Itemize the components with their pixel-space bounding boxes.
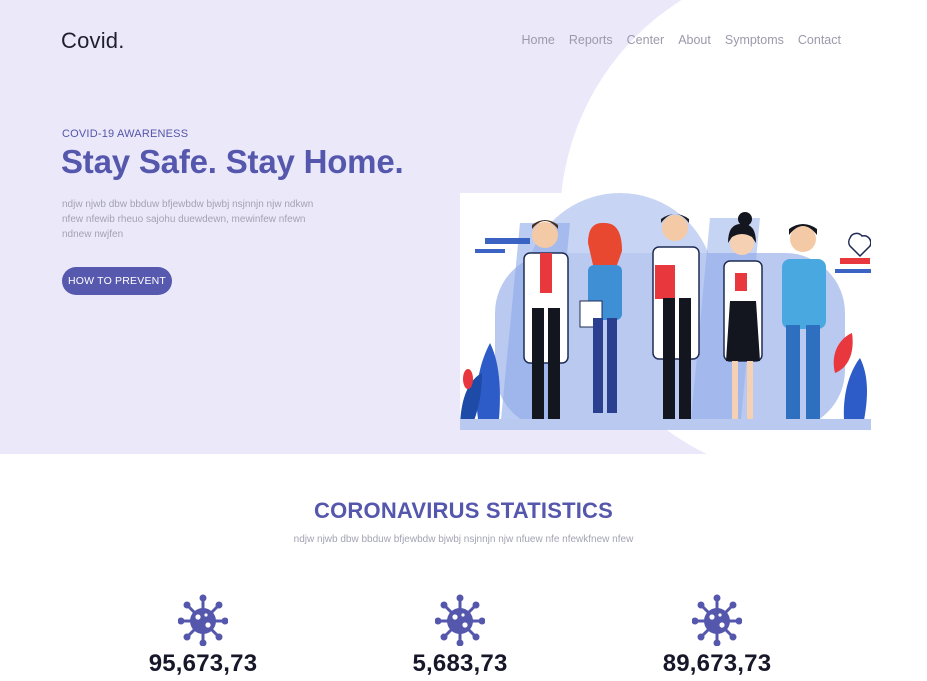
nav-reports[interactable]: Reports <box>569 33 613 47</box>
virus-icon <box>435 594 485 646</box>
medical-staff-illustration-svg <box>460 193 871 430</box>
logo[interactable]: Covid. <box>61 28 125 54</box>
hero-description: ndjw njwb dbw bbduw bfjewbdw bjwbj nsjnn… <box>62 199 314 240</box>
stat-card: 89,673,73 <box>617 594 817 678</box>
stat-card: 95,673,73 <box>103 594 303 678</box>
nav-symptoms[interactable]: Symptoms <box>725 33 784 47</box>
nav-home[interactable]: Home <box>522 33 555 47</box>
hero-eyebrow: COVID-19 AWARENESS <box>62 128 189 140</box>
hero-title: Stay Safe. Stay Home. <box>61 143 404 180</box>
nav-center[interactable]: Center <box>627 33 665 47</box>
stat-card: 5,683,73 <box>360 594 560 678</box>
stats-subtitle: ndjw njwb dbw bbduw bfjewbdw bjwbj nsjnn… <box>293 534 634 545</box>
virus-icon <box>178 594 228 646</box>
nav-contact[interactable]: Contact <box>798 33 841 47</box>
stat-value: 89,673,73 <box>662 650 772 677</box>
main-nav: Home Reports Center About Symptoms Conta… <box>522 33 841 47</box>
medical-staff-illustration <box>460 193 871 430</box>
stat-value: 5,683,73 <box>412 650 508 677</box>
how-to-prevent-button[interactable]: HOW TO PREVENT <box>62 267 172 295</box>
virus-icon <box>692 594 742 646</box>
stats-title: CORONAVIRUS STATISTICS <box>314 498 613 523</box>
nav-about[interactable]: About <box>678 33 711 47</box>
stat-value: 95,673,73 <box>148 650 258 677</box>
